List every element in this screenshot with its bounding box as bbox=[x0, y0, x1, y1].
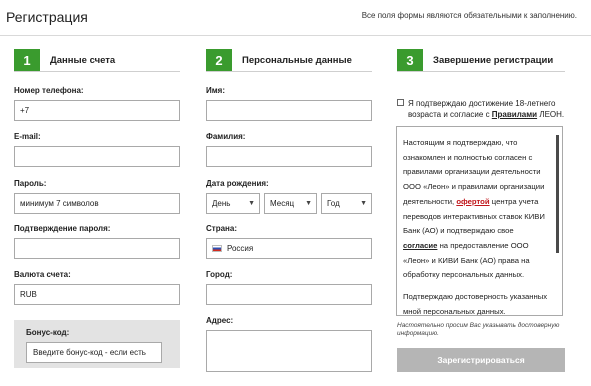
city-input[interactable] bbox=[206, 284, 372, 305]
consent-link[interactable]: согласие bbox=[403, 241, 437, 250]
phone-input[interactable]: +7 bbox=[14, 100, 180, 121]
offer-link[interactable]: офертой bbox=[456, 197, 489, 206]
password-label: Пароль: bbox=[14, 179, 47, 188]
phone-value: +7 bbox=[20, 106, 30, 115]
rules-link[interactable]: Правилами bbox=[492, 110, 537, 119]
country-label: Страна: bbox=[206, 224, 237, 233]
birthdate-label: Дата рождения: bbox=[206, 179, 269, 188]
email-input[interactable] bbox=[14, 146, 180, 167]
password-placeholder: минимум 7 символов bbox=[20, 199, 99, 208]
bonus-code-input[interactable]: Введите бонус-код - если есть bbox=[26, 342, 162, 363]
register-button[interactable]: Зарегистрироваться bbox=[397, 348, 565, 372]
step-3-number: 3 bbox=[397, 49, 423, 71]
age-confirmation-row: Я подтверждаю достижение 18-летнего возр… bbox=[397, 98, 567, 120]
step-3-divider bbox=[397, 71, 565, 72]
currency-value: RUB bbox=[20, 290, 37, 299]
first-name-label: Имя: bbox=[206, 86, 225, 95]
email-label: E-mail: bbox=[14, 132, 41, 141]
password-input[interactable]: минимум 7 символов bbox=[14, 193, 180, 214]
birth-day-value: День bbox=[212, 199, 231, 208]
bonus-code-label: Бонус-код: bbox=[26, 328, 70, 337]
age-confirmation-checkbox[interactable] bbox=[397, 99, 404, 106]
age-confirmation-text: Я подтверждаю достижение 18-летнего возр… bbox=[408, 98, 567, 120]
required-fields-note: Все поля формы являются обязательными к … bbox=[361, 11, 577, 20]
currency-label: Валюта счета: bbox=[14, 270, 71, 279]
terms-paragraph-2: Подтверждаю достоверность указанных мной… bbox=[403, 292, 548, 316]
step-1-header: 1 Данные счета bbox=[14, 49, 115, 71]
terms-scroll-box[interactable]: Настоящим я подтверждаю, что ознакомлен … bbox=[396, 126, 563, 316]
password-confirm-label: Подтверждение пароля: bbox=[14, 224, 111, 233]
brand-name: ЛЕОН. bbox=[539, 110, 565, 119]
address-textarea[interactable] bbox=[206, 330, 372, 372]
step-3-title: Завершение регистрации bbox=[433, 54, 554, 66]
birth-year-select[interactable]: Год ▼ bbox=[321, 193, 372, 214]
bonus-code-placeholder: Введите бонус-код - если есть bbox=[33, 348, 146, 357]
country-value: Россия bbox=[227, 244, 254, 253]
step-1-number: 1 bbox=[14, 49, 40, 71]
first-name-input[interactable] bbox=[206, 100, 372, 121]
chevron-down-icon: ▼ bbox=[305, 200, 312, 207]
step-1-title: Данные счета bbox=[50, 54, 116, 66]
terms-scrollbar[interactable] bbox=[556, 135, 559, 253]
birth-day-select[interactable]: День ▼ bbox=[206, 193, 260, 214]
address-label: Адрес: bbox=[206, 316, 234, 325]
step-2-divider bbox=[206, 71, 372, 72]
step-2-number: 2 bbox=[206, 49, 232, 71]
terms-text-part-a: Настоящим я подтверждаю, что ознакомлен … bbox=[403, 138, 545, 206]
step-2-title: Персональные данные bbox=[242, 54, 352, 66]
chevron-down-icon: ▼ bbox=[248, 200, 255, 207]
chevron-down-icon: ▼ bbox=[360, 200, 367, 207]
accuracy-note: Настоятельно просим Вас указывать достов… bbox=[397, 322, 560, 337]
last-name-label: Фамилия: bbox=[206, 132, 246, 141]
terms-paragraph-1: Настоящим я подтверждаю, что ознакомлен … bbox=[403, 136, 550, 283]
birth-month-value: Месяц bbox=[270, 199, 295, 208]
password-confirm-input[interactable] bbox=[14, 238, 180, 259]
birth-month-select[interactable]: Месяц ▼ bbox=[264, 193, 317, 214]
birth-year-value: Год bbox=[327, 199, 340, 208]
country-select[interactable]: Россия bbox=[206, 238, 372, 259]
step-3-header: 3 Завершение регистрации bbox=[397, 49, 553, 71]
page-title: Регистрация bbox=[6, 9, 88, 25]
russia-flag-icon bbox=[212, 245, 222, 252]
last-name-input[interactable] bbox=[206, 146, 372, 167]
currency-field[interactable]: RUB bbox=[14, 284, 180, 305]
step-2-header: 2 Персональные данные bbox=[206, 49, 352, 71]
phone-label: Номер телефона: bbox=[14, 86, 84, 95]
step-1-divider bbox=[14, 71, 180, 72]
city-label: Город: bbox=[206, 270, 233, 279]
page-header: Регистрация Все поля формы являются обяз… bbox=[0, 0, 591, 36]
